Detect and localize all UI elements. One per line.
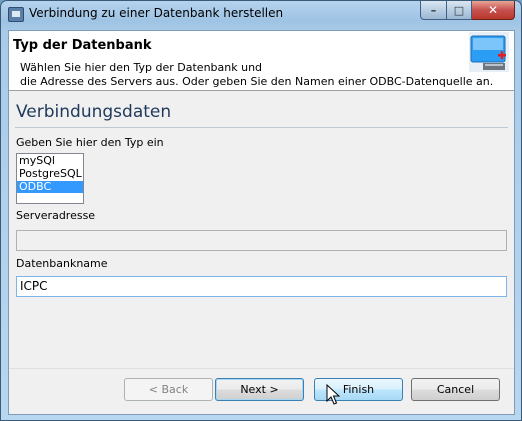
back-button[interactable]: < Back	[124, 378, 213, 401]
cancel-button[interactable]: Cancel	[411, 378, 500, 401]
page-title: Typ der Datenbank	[13, 38, 152, 53]
type-label: Geben Sie hier den Typ ein	[16, 136, 164, 149]
close-button[interactable]: ✕	[472, 1, 515, 20]
wizard-client-area: Typ der Datenbank Wählen Sie hier den Ty…	[8, 30, 515, 415]
mouse-pointer-icon	[326, 384, 340, 405]
wizard-header: Typ der Datenbank Wählen Sie hier den Ty…	[9, 31, 514, 91]
server-address-input[interactable]	[16, 230, 507, 251]
next-button[interactable]: Next >	[215, 378, 304, 401]
list-item-mysql[interactable]: mySQl	[17, 155, 83, 167]
close-icon: ✕	[487, 3, 499, 17]
dbname-label: Datenbankname	[16, 257, 108, 270]
caption-buttons: – □ ✕	[420, 1, 515, 20]
maximize-button[interactable]: □	[447, 1, 472, 20]
list-item-odbc[interactable]: ODBC	[17, 181, 83, 193]
database-type-list[interactable]: mySQl PostgreSQL ODBC	[16, 153, 84, 204]
maximize-icon: □	[453, 3, 465, 17]
dialog-window: Verbindung zu einer Datenbank herstellen…	[0, 0, 522, 421]
database-name-input[interactable]: ICPC	[16, 276, 507, 297]
minimize-button[interactable]: –	[420, 1, 447, 20]
window-title: Verbindung zu einer Datenbank herstellen	[29, 6, 284, 20]
page-description: Wählen Sie hier den Typ der Datenbank un…	[20, 61, 494, 88]
footer-divider	[9, 368, 514, 369]
list-item-postgresql[interactable]: PostgreSQL	[17, 168, 83, 180]
connection-panel: Verbindungsdaten Geben Sie hier den Typ …	[9, 96, 514, 311]
server-label: Serveradresse	[16, 209, 96, 222]
section-divider	[15, 127, 508, 128]
window-icon	[8, 7, 24, 22]
title-bar[interactable]: Verbindung zu einer Datenbank herstellen…	[1, 1, 521, 27]
database-add-icon	[469, 32, 509, 72]
minimize-icon: –	[430, 3, 437, 17]
section-title: Verbindungsdaten	[16, 102, 172, 122]
